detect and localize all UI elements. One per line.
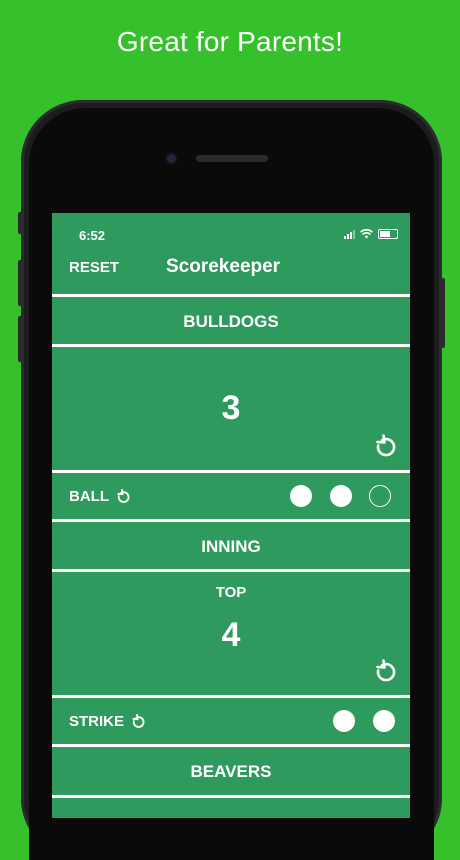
reset-button[interactable]: RESET [69, 259, 119, 276]
front-camera [167, 154, 176, 163]
ball-indicator[interactable] [290, 485, 312, 507]
inning-panel[interactable]: TOP 4 [52, 572, 410, 695]
inning-label: INNING [201, 537, 261, 556]
app-screen: 6:52 RESET Scorekeeper BULLDOGS 3 BALL I… [52, 213, 410, 818]
home-score: 3 [221, 389, 241, 427]
strike-label: STRIKE [69, 713, 146, 730]
ball-indicator[interactable] [330, 485, 352, 507]
volume-down-button [18, 316, 22, 362]
home-team-name: BULLDOGS [183, 312, 279, 331]
undo-icon[interactable] [372, 434, 398, 460]
strike-counter-row: STRIKE [52, 698, 410, 744]
ball-label: BALL [69, 488, 131, 505]
ball-counter-row: BALL [52, 473, 410, 519]
ball-label-text: BALL [69, 488, 109, 505]
status-bar: 6:52 [52, 213, 410, 247]
inning-half: TOP [215, 584, 247, 601]
headline: Great for Parents! [116, 26, 344, 57]
strike-indicator[interactable] [373, 710, 395, 732]
undo-icon[interactable] [130, 713, 146, 730]
undo-icon[interactable] [115, 488, 131, 505]
away-team-name: BEAVERS [190, 762, 272, 781]
nav-bar: RESET Scorekeeper [52, 247, 410, 291]
power-button [441, 278, 445, 348]
volume-up-button [18, 260, 22, 306]
ball-indicator[interactable] [369, 485, 391, 507]
status-icons [344, 229, 398, 239]
divider [52, 519, 410, 522]
status-time: 6:52 [79, 228, 106, 243]
signal-icon [344, 229, 355, 239]
mute-switch [18, 212, 22, 234]
inning-number: 4 [221, 616, 241, 654]
home-score-panel[interactable]: 3 [52, 347, 410, 470]
divider [52, 744, 410, 747]
page-title: Scorekeeper [166, 256, 281, 277]
divider [52, 294, 410, 297]
battery-icon [378, 229, 398, 239]
wifi-icon [360, 229, 373, 239]
strike-indicator[interactable] [333, 710, 355, 732]
earpiece-speaker [196, 155, 268, 162]
divider [52, 795, 410, 798]
strike-label-text: STRIKE [69, 713, 125, 730]
undo-icon[interactable] [372, 659, 398, 685]
